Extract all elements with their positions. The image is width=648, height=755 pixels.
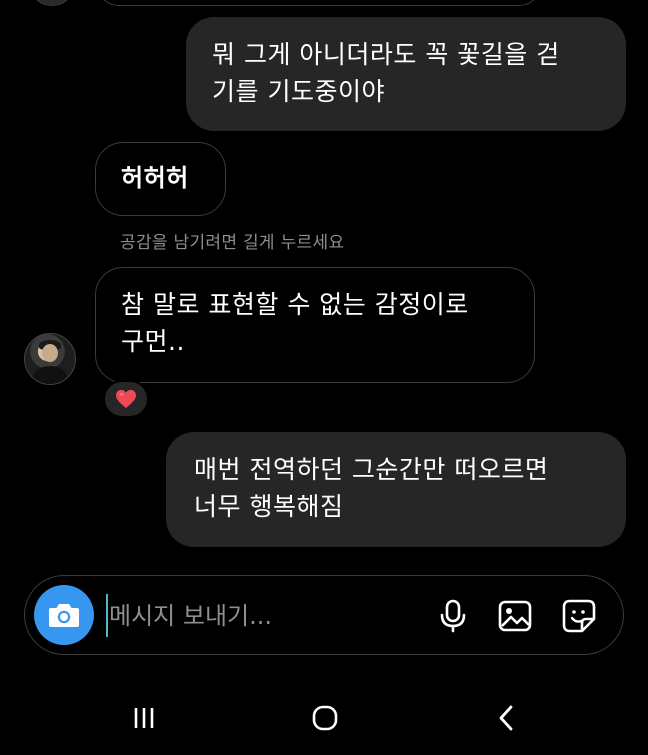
avatar-face bbox=[42, 344, 58, 362]
home-icon bbox=[312, 705, 338, 731]
message-bubble-sent[interactable]: 매번 전역하던 그순간만 떠오르면 너무 행복해짐 bbox=[166, 432, 626, 547]
message-bubble-received[interactable]: 참 말로 표현할 수 없는 감정이로 구먼.. bbox=[95, 267, 535, 383]
sticker-button[interactable] bbox=[559, 596, 599, 636]
heart-icon bbox=[115, 389, 137, 409]
text-cursor bbox=[106, 594, 108, 637]
back-button[interactable] bbox=[487, 698, 527, 738]
message-bubble-received[interactable]: 허허허 bbox=[95, 142, 226, 216]
message-composer bbox=[24, 575, 624, 655]
camera-button[interactable] bbox=[34, 585, 94, 645]
message-reaction[interactable] bbox=[103, 380, 149, 418]
back-icon bbox=[499, 705, 513, 731]
gallery-button[interactable] bbox=[495, 596, 535, 636]
message-bubble-received[interactable] bbox=[96, 0, 542, 6]
home-button[interactable] bbox=[305, 698, 345, 738]
message-bubble-sent[interactable]: 뭐 그게 아니더라도 꼭 꽃길을 걷 기를 기도중이야 bbox=[186, 17, 626, 131]
image-icon bbox=[498, 600, 532, 632]
reaction-hint-text: 공감을 남기려면 길게 누르세요 bbox=[120, 233, 345, 253]
chat-screen: 뭐 그게 아니더라도 꼭 꽃길을 걷 기를 기도중이야 허허허 공감을 남기려면… bbox=[0, 0, 648, 755]
message-input[interactable] bbox=[109, 596, 409, 636]
recent-apps-icon bbox=[134, 708, 154, 728]
sticker-icon bbox=[562, 599, 596, 633]
microphone-icon bbox=[440, 599, 466, 633]
recent-apps-button[interactable] bbox=[124, 698, 164, 738]
camera-icon bbox=[49, 604, 79, 627]
avatar[interactable] bbox=[24, 333, 76, 385]
avatar[interactable] bbox=[28, 0, 76, 6]
microphone-button[interactable] bbox=[433, 596, 473, 636]
system-navigation-bar bbox=[0, 680, 648, 755]
avatar-shirt bbox=[33, 366, 67, 384]
